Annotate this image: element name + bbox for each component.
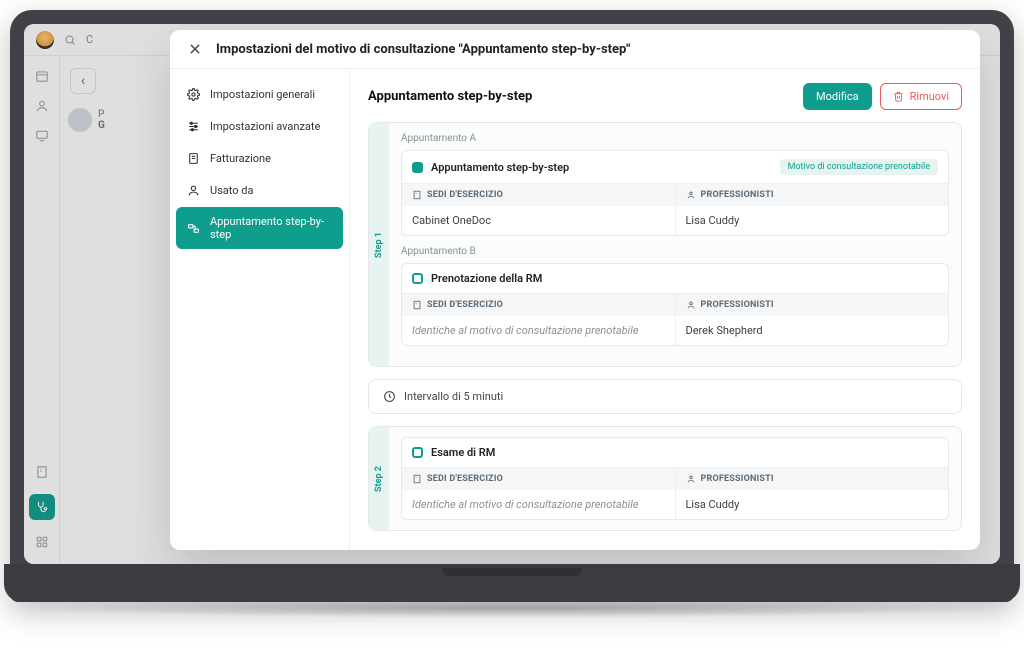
nav-label: Impostazioni generali	[210, 88, 315, 101]
appointment-marker-icon	[412, 273, 423, 284]
professional-cell: Derek Shepherd	[676, 316, 949, 345]
screen: C ‹ P G	[24, 24, 1000, 564]
trash-icon	[893, 91, 904, 102]
step-rail-label: Step 1	[374, 232, 384, 258]
nav-label: Usato da	[210, 184, 253, 197]
step-rail-label: Step 2	[374, 466, 384, 492]
building-icon	[412, 300, 422, 310]
modal-title: Impostazioni del motivo di consultazione…	[216, 42, 630, 57]
appointment-marker-icon	[412, 447, 423, 458]
user-icon	[686, 300, 696, 310]
step-rail: Step 2	[369, 427, 389, 530]
appointment-card: Appuntamento step-by-step Motivo di cons…	[401, 150, 949, 236]
laptop-bezel: C ‹ P G	[10, 10, 1014, 602]
group-b-label: Appuntamento B	[401, 246, 949, 257]
appointment-card: Prenotazione della RM SEDI D'ESERCIZIO	[401, 263, 949, 346]
nav-label: Fatturazione	[210, 152, 271, 165]
user-icon	[186, 183, 200, 197]
appointment-name: Appuntamento step-by-step	[431, 161, 772, 174]
modal-content: Appuntamento step-by-step Modifica Rimuo…	[350, 69, 980, 550]
professional-cell: Lisa Cuddy	[676, 206, 949, 235]
nav-label: Appuntamento step-by-step	[210, 215, 333, 241]
interval-label: Intervallo di 5 minuti	[404, 390, 503, 403]
building-icon	[412, 474, 422, 484]
professional-cell: Lisa Cuddy	[676, 490, 949, 519]
edit-button[interactable]: Modifica	[803, 83, 872, 110]
col-head-professionals: PROFESSIONISTI	[676, 294, 949, 316]
steps-icon	[186, 221, 200, 235]
nav-item-billing[interactable]: Fatturazione	[176, 143, 343, 173]
remove-button[interactable]: Rimuovi	[880, 83, 962, 110]
appointment-name: Esame di RM	[431, 446, 938, 459]
step-rail: Step 1	[369, 123, 389, 366]
modal-sidenav: Impostazioni generali Impostazioni avanz…	[170, 69, 350, 550]
user-icon	[686, 190, 696, 200]
step-1-block: Step 1 Appuntamento A Appuntamento step-…	[368, 122, 962, 367]
modal-header: Impostazioni del motivo di consultazione…	[170, 30, 980, 69]
settings-modal: Impostazioni del motivo di consultazione…	[170, 30, 980, 550]
edit-button-label: Modifica	[816, 90, 859, 103]
appointment-name: Prenotazione della RM	[431, 272, 938, 285]
user-icon	[686, 474, 696, 484]
col-head-professionals: PROFESSIONISTI	[676, 468, 949, 490]
nav-item-stepbystep[interactable]: Appuntamento step-by-step	[176, 207, 343, 249]
interval-row: Intervallo di 5 minuti	[368, 379, 962, 414]
sliders-icon	[186, 119, 200, 133]
nav-item-advanced[interactable]: Impostazioni avanzate	[176, 111, 343, 141]
content-title: Appuntamento step-by-step	[368, 89, 532, 104]
building-icon	[412, 190, 422, 200]
location-cell: Identiche al motivo di consultazione pre…	[402, 490, 675, 519]
col-head-locations: SEDI D'ESERCIZIO	[402, 184, 675, 206]
clock-icon	[383, 390, 396, 403]
location-cell: Cabinet OneDoc	[402, 206, 675, 235]
group-a-label: Appuntamento A	[401, 133, 949, 144]
remove-button-label: Rimuovi	[910, 90, 949, 103]
laptop-frame: C ‹ P G	[10, 10, 1014, 618]
col-head-locations: SEDI D'ESERCIZIO	[402, 294, 675, 316]
nav-item-usedby[interactable]: Usato da	[176, 175, 343, 205]
col-head-professionals: PROFESSIONISTI	[676, 184, 949, 206]
step-2-block: Step 2 Esame di RM	[368, 426, 962, 531]
close-icon[interactable]	[186, 40, 204, 58]
receipt-icon	[186, 151, 200, 165]
location-cell: Identiche al motivo di consultazione pre…	[402, 316, 675, 345]
nav-label: Impostazioni avanzate	[210, 120, 320, 133]
bookable-badge: Motivo di consultazione prenotabile	[780, 159, 938, 175]
appointment-marker-icon	[412, 162, 423, 173]
nav-item-general[interactable]: Impostazioni generali	[176, 79, 343, 109]
appointment-card: Esame di RM SEDI D'ESERCIZIO	[401, 437, 949, 520]
gear-icon	[186, 87, 200, 101]
laptop-base	[4, 564, 1020, 602]
col-head-locations: SEDI D'ESERCIZIO	[402, 468, 675, 490]
